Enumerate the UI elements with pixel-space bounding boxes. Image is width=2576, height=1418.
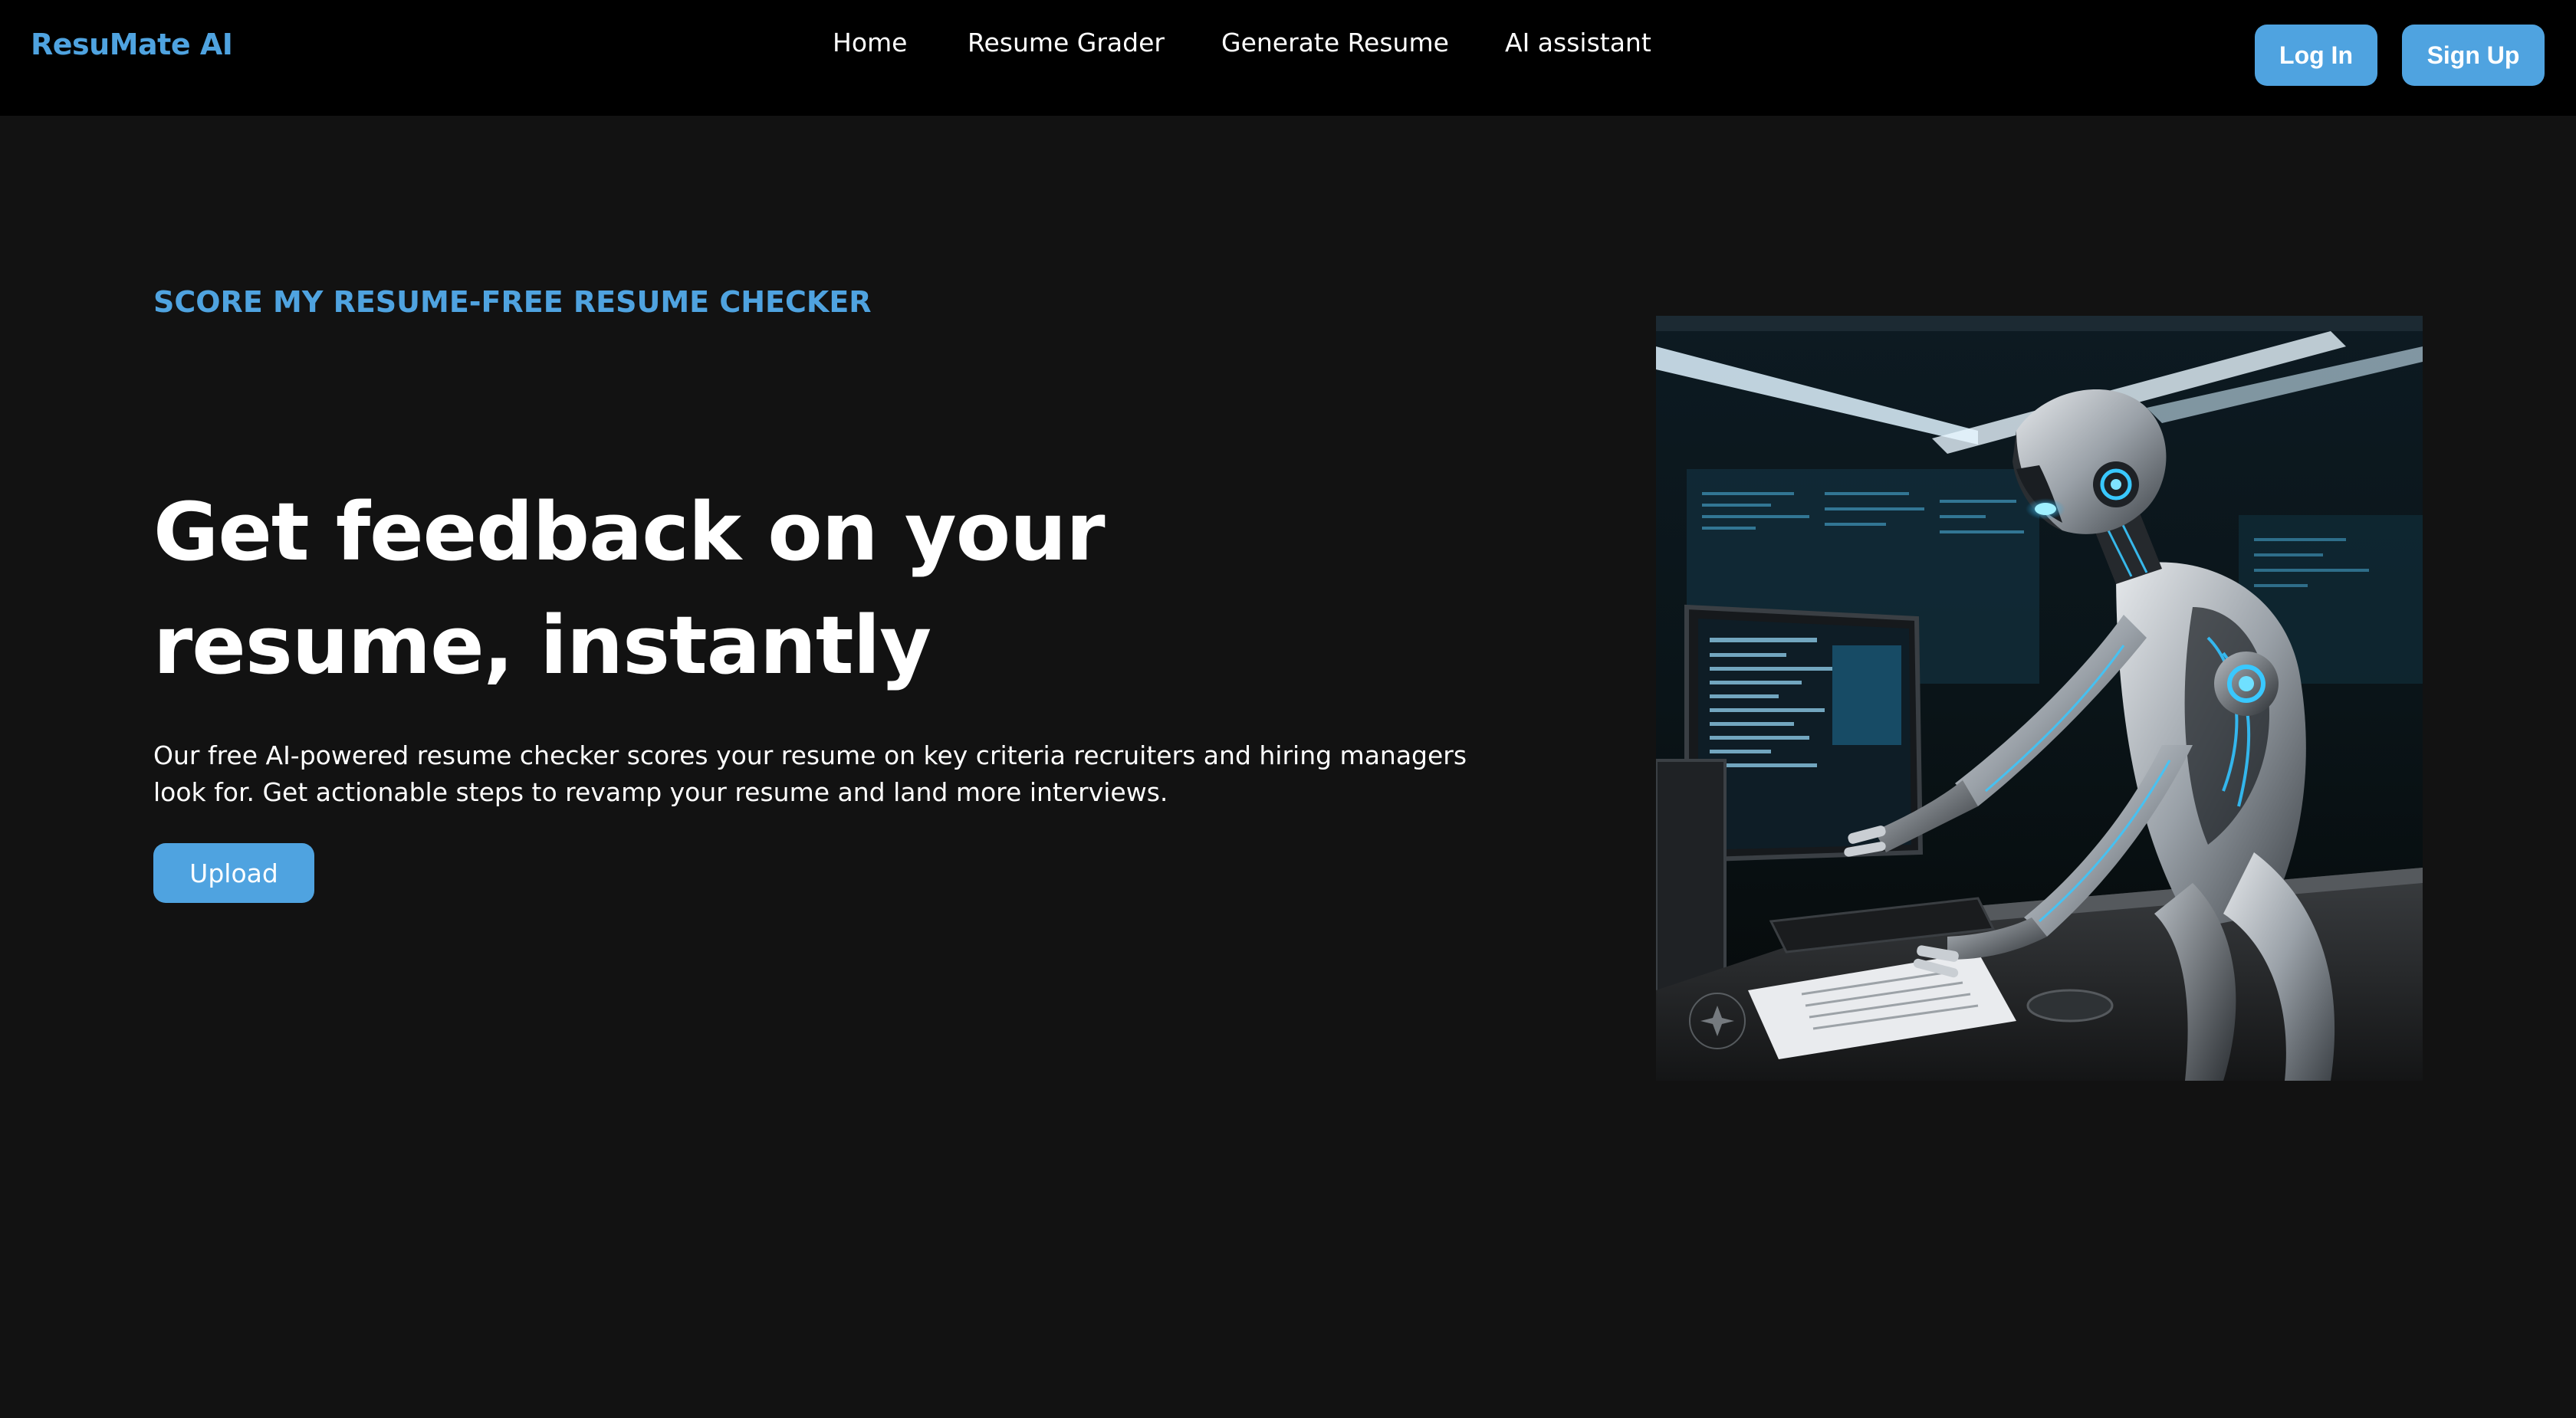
hero-title: Get feedback on your resume, instantly — [153, 485, 1106, 692]
hero-description: Our free AI-powered resume checker score… — [153, 740, 1467, 807]
hero-eyebrow: SCORE MY RESUME-FREE RESUME CHECKER — [153, 285, 872, 319]
top-navbar: ResuMate AI Home Resume Grader Generate … — [0, 0, 2576, 116]
hero-robot-illustration — [1656, 316, 2423, 1081]
login-button[interactable]: Log In — [2255, 25, 2377, 86]
robot-at-desk-image — [1656, 316, 2423, 1081]
brand-logo[interactable]: ResuMate AI — [31, 28, 233, 61]
nav-link-home[interactable]: Home — [833, 28, 907, 57]
signup-button[interactable]: Sign Up — [2402, 25, 2545, 86]
upload-button[interactable]: Upload — [153, 843, 314, 903]
nav-link-generate-resume[interactable]: Generate Resume — [1221, 28, 1449, 57]
nav-link-ai-assistant[interactable]: AI assistant — [1505, 28, 1651, 57]
nav-link-resume-grader[interactable]: Resume Grader — [968, 28, 1165, 57]
